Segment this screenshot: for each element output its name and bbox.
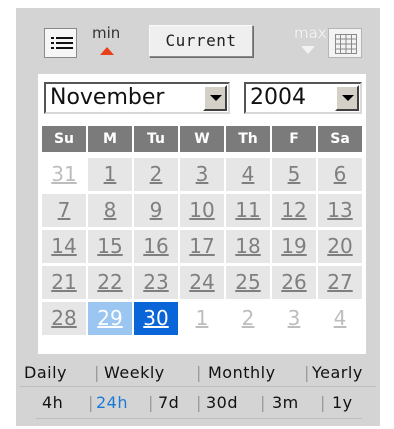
day-cell[interactable]: 24 [180,266,224,299]
day-cell[interactable]: 4 [226,158,270,191]
day-cell[interactable]: 15 [88,230,132,263]
day-cell[interactable]: 9 [134,194,178,227]
day-cell[interactable]: 19 [272,230,316,263]
calendar-panel: min Current max November 2004 Su M Tu W … [16,8,380,426]
weekday-header: Th [226,126,270,152]
separator: | [196,393,202,412]
day-cell[interactable]: 8 [88,194,132,227]
day-cell[interactable]: 4 [318,302,362,335]
day-cell[interactable]: 23 [134,266,178,299]
day-cell[interactable]: 26 [272,266,316,299]
calendar: November 2004 Su M Tu W Th F Sa 31 1 2 3 4 5 6 7 8 9 10 11… [38,74,366,354]
max-arrow-icon [301,46,315,54]
separator: | [148,393,154,412]
range-tab-yearly[interactable]: Yearly [312,363,363,382]
day-cell[interactable]: 16 [134,230,178,263]
separator: | [88,393,94,412]
min-label[interactable]: min [92,24,120,42]
separator: | [94,363,100,382]
year-value: 2004 [250,85,306,110]
range-tab-monthly[interactable]: Monthly [208,363,276,382]
day-cell[interactable]: 27 [318,266,362,299]
weekday-header: Sa [318,126,362,152]
day-cell[interactable]: 25 [226,266,270,299]
span-tab-1y[interactable]: 1y [332,393,353,412]
day-cell[interactable]: 12 [272,194,316,227]
range-tab-daily[interactable]: Daily [24,363,67,382]
current-button[interactable]: Current [149,25,253,57]
day-cell[interactable]: 31 [42,158,86,191]
separator: | [196,363,202,382]
day-cell[interactable]: 29 [88,302,132,335]
chevron-down-icon[interactable] [335,85,359,111]
grid-view-button[interactable] [328,28,362,58]
day-cell[interactable]: 20 [318,230,362,263]
list-view-button[interactable] [44,28,77,58]
range-tabs: Daily | Weekly | Monthly | Yearly [16,363,380,385]
day-cell[interactable]: 22 [88,266,132,299]
weekday-header: Tu [134,126,178,152]
day-cell[interactable]: 3 [272,302,316,335]
day-cell[interactable]: 1 [180,302,224,335]
day-cell[interactable]: 2 [226,302,270,335]
month-select[interactable]: November [44,82,230,114]
day-cell[interactable]: 14 [42,230,86,263]
chevron-down-icon[interactable] [203,85,227,111]
min-arrow-icon[interactable] [100,47,114,55]
span-tab-24h[interactable]: 24h [96,393,128,412]
day-cell[interactable]: 7 [42,194,86,227]
toolbar: min Current max [16,8,380,74]
day-cell[interactable]: 10 [180,194,224,227]
day-cell[interactable]: 1 [88,158,132,191]
day-cell[interactable]: 5 [272,158,316,191]
day-cell[interactable]: 3 [180,158,224,191]
divider [36,418,362,419]
span-tab-4h[interactable]: 4h [42,393,63,412]
span-tab-30d[interactable]: 30d [206,393,238,412]
day-cell[interactable]: 30 [134,302,178,335]
day-cell[interactable]: 21 [42,266,86,299]
day-cell[interactable]: 11 [226,194,270,227]
day-cell[interactable]: 6 [318,158,362,191]
divider [20,386,376,387]
day-cell[interactable]: 13 [318,194,362,227]
day-cell[interactable]: 2 [134,158,178,191]
span-tabs: 4h | 24h | 7d | 30d | 3m | 1y [16,393,380,415]
span-tab-7d[interactable]: 7d [158,393,179,412]
max-label: max [294,24,327,42]
weekday-header: F [272,126,316,152]
day-cell[interactable]: 18 [226,230,270,263]
range-tab-weekly[interactable]: Weekly [104,363,165,382]
separator: | [320,393,326,412]
year-select[interactable]: 2004 [244,82,362,114]
separator: | [260,393,266,412]
weekday-header: M [88,126,132,152]
day-cell[interactable]: 17 [180,230,224,263]
weekday-header: Su [42,126,86,152]
separator: | [304,363,310,382]
month-value: November [50,85,165,110]
span-tab-3m[interactable]: 3m [272,393,299,412]
day-cell[interactable]: 28 [42,302,86,335]
weekday-header: W [180,126,224,152]
